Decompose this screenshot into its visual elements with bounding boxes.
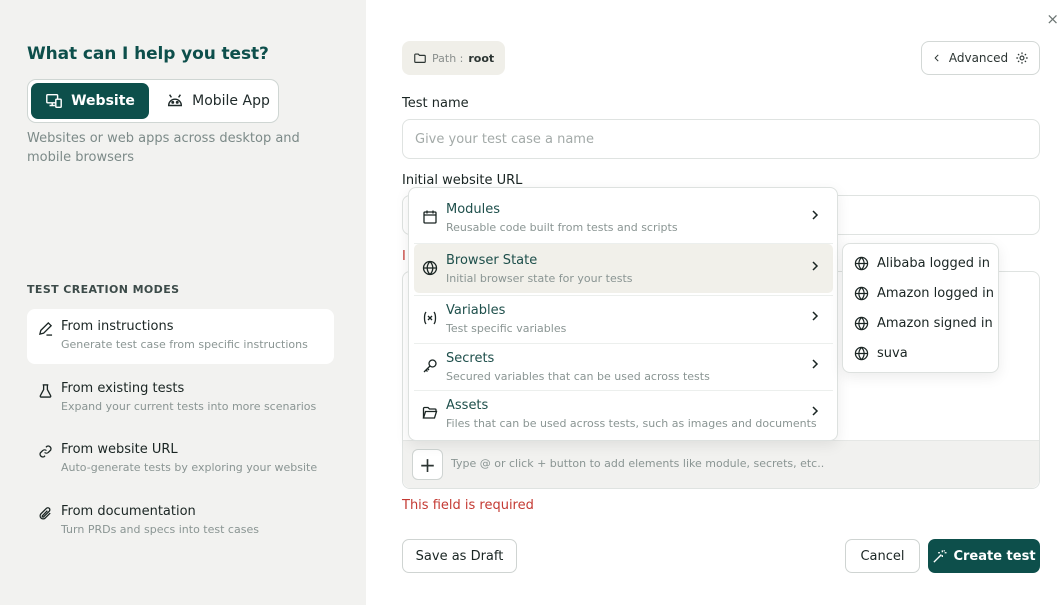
advanced-label: Advanced xyxy=(948,51,1009,65)
required-error: This field is required xyxy=(402,498,534,513)
path-value: root xyxy=(468,51,495,65)
url-label: Initial website URL xyxy=(402,173,523,188)
pencil-icon xyxy=(38,321,53,336)
create-test-button[interactable]: Create test xyxy=(928,539,1040,573)
menu-item-variables[interactable]: Variables Test specific variables xyxy=(414,294,833,343)
website-toggle-button[interactable]: Website xyxy=(31,83,149,119)
paperclip-icon xyxy=(39,507,51,520)
link-icon xyxy=(39,445,52,458)
chevron-right-icon xyxy=(812,311,819,321)
mode-title: From documentation xyxy=(61,504,196,519)
close-icon[interactable]: × xyxy=(1046,10,1059,28)
flask-icon xyxy=(39,384,52,398)
website-toggle-label: Website xyxy=(71,93,135,109)
mobile-app-toggle-label: Mobile App xyxy=(192,93,270,109)
chevron-right-icon xyxy=(812,261,819,271)
platform-toggle: Website Mobile App xyxy=(27,79,279,123)
mode-title: From website URL xyxy=(61,442,178,457)
browser-state-option[interactable]: Amazon logged in xyxy=(843,278,1000,308)
path-label: Path : xyxy=(432,51,464,65)
browser-state-label: Amazon logged in xyxy=(877,285,994,301)
test-name-input[interactable]: Give your test case a name xyxy=(402,119,1040,159)
chevron-right-icon xyxy=(812,210,819,220)
gear-icon xyxy=(1016,52,1028,64)
menu-item-desc: Initial browser state for your tests xyxy=(446,272,633,285)
android-icon xyxy=(168,94,183,107)
devices-icon xyxy=(46,93,63,109)
browser-state-label: suva xyxy=(877,345,908,361)
chevron-right-icon xyxy=(812,359,819,369)
panel-title: What can I help you test? xyxy=(27,44,269,64)
path-chip[interactable]: Path : root xyxy=(402,41,506,75)
browser-state-option[interactable]: Amazon signed in xyxy=(843,308,1000,338)
advanced-button[interactable]: Advanced xyxy=(921,41,1040,75)
variable-icon xyxy=(423,311,437,325)
save-draft-button[interactable]: Save as Draft xyxy=(402,539,517,573)
mode-from-instructions[interactable]: From instructions Generate test case fro… xyxy=(27,309,334,364)
chevron-right-icon xyxy=(812,406,819,416)
test-name-label: Test name xyxy=(402,96,469,111)
mode-desc: Generate test case from specific instruc… xyxy=(61,338,308,351)
mode-desc: Expand your current tests into more scen… xyxy=(61,400,317,413)
menu-item-modules[interactable]: Modules Reusable code built from tests a… xyxy=(414,193,833,242)
globe-icon xyxy=(854,316,869,330)
folder-icon xyxy=(414,53,426,63)
chevron-left-icon xyxy=(934,54,939,62)
menu-item-desc: Files that can be used across tests, suc… xyxy=(446,417,817,430)
menu-item-title: Browser State xyxy=(446,253,538,268)
menu-item-desc: Test specific variables xyxy=(446,322,567,335)
browser-state-option[interactable]: suva xyxy=(843,338,1000,368)
mode-desc: Turn PRDs and specs into test cases xyxy=(61,523,259,536)
mode-from-documentation[interactable]: From documentation Turn PRDs and specs i… xyxy=(27,494,334,549)
calendar-module-icon xyxy=(423,210,437,224)
key-icon xyxy=(423,359,437,373)
editor-hint: Type @ or click + button to add elements… xyxy=(451,457,825,470)
menu-item-browser-state[interactable]: Browser State Initial browser state for … xyxy=(414,244,833,293)
platform-description: Websites or web apps across desktop and … xyxy=(27,131,300,165)
menu-item-desc: Secured variables that can be used acros… xyxy=(446,370,710,383)
folder-open-icon xyxy=(422,406,438,419)
insert-element-menu: Modules Reusable code built from tests a… xyxy=(408,187,838,441)
magic-wand-icon xyxy=(933,549,947,563)
menu-item-title: Secrets xyxy=(446,351,495,366)
mode-from-existing-tests[interactable]: From existing tests Expand your current … xyxy=(27,371,334,426)
browser-state-submenu: Alibaba logged in Amazon logged in Amazo… xyxy=(842,243,999,373)
menu-item-secrets[interactable]: Secrets Secured variables that can be us… xyxy=(414,342,833,391)
mode-from-website-url[interactable]: From website URL Auto-generate tests by … xyxy=(27,432,334,487)
menu-item-title: Variables xyxy=(446,303,506,318)
mode-desc: Auto-generate tests by exploring your we… xyxy=(61,461,318,474)
modes-heading: TEST CREATION MODES xyxy=(27,283,180,296)
browser-state-option[interactable]: Alibaba logged in xyxy=(843,248,1000,278)
menu-item-title: Assets xyxy=(446,398,489,413)
menu-item-title: Modules xyxy=(446,202,501,217)
globe-icon xyxy=(854,256,869,270)
globe-icon xyxy=(422,260,438,276)
menu-item-desc: Reusable code built from tests and scrip… xyxy=(446,221,678,234)
mobile-app-toggle-button[interactable]: Mobile App xyxy=(162,83,274,119)
mode-title: From existing tests xyxy=(61,381,185,396)
instructions-label-partial: I xyxy=(402,249,406,264)
browser-state-label: Alibaba logged in xyxy=(877,255,990,271)
globe-icon xyxy=(854,346,869,360)
left-panel: What can I help you test? Website Mobile… xyxy=(0,0,366,605)
editor-toolbar: + Type @ or click + button to add elemen… xyxy=(403,440,1039,488)
create-test-label: Create test xyxy=(953,548,1036,564)
globe-icon xyxy=(854,286,869,300)
mode-title: From instructions xyxy=(61,319,174,334)
menu-item-assets[interactable]: Assets Files that can be used across tes… xyxy=(414,389,833,438)
browser-state-label: Amazon signed in xyxy=(877,315,993,331)
add-element-button[interactable]: + xyxy=(412,449,443,480)
cancel-button[interactable]: Cancel xyxy=(845,539,920,573)
